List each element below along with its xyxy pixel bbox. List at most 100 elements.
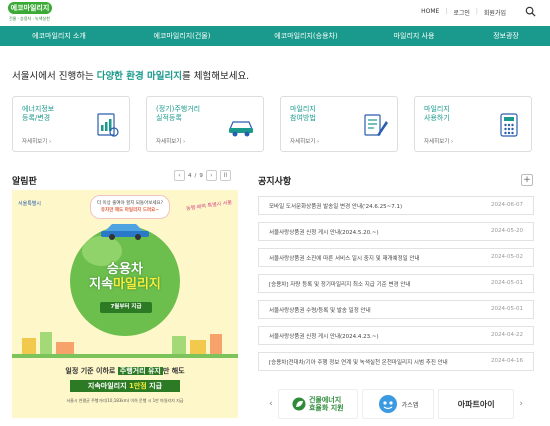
nav-item-info[interactable]: 정보광장 — [462, 26, 550, 46]
card-participation[interactable]: 마일리지 참여방법 자세히보기 › — [280, 96, 398, 152]
card-title: 에너지정보 등록/변경 — [22, 105, 54, 123]
notice-title: 공지사항 — [258, 177, 292, 187]
separator: | — [445, 8, 448, 15]
link-apt-i[interactable]: 아파트아이 — [438, 389, 515, 419]
next-button[interactable]: › — [205, 170, 217, 181]
tagline-part: 일정 기준 이하로 — [65, 367, 118, 375]
notice-text: 서울사랑상품권 수령/등록 및 발송 일정 안내 — [269, 308, 371, 314]
notice-row[interactable]: 서울사랑상품권 신청 게시 안내(2024.4.23.~) 2024-04-22 — [258, 326, 534, 345]
card-title: 마일리지 사용하기 — [424, 105, 450, 123]
more-notices-button[interactable]: + — [521, 174, 533, 186]
card-title-line1: (정기)주행거리 — [156, 105, 201, 113]
notice-date: 2024-04-16 — [491, 358, 523, 364]
promo-banner[interactable]: 서울특별시 동행·매력 특별시 서울 더 이상 줄여야 할지 되돌아보세요? 유… — [12, 190, 238, 418]
notice-text: 서울사랑상품권 신청 게시 안내(2024.4.23.~) — [269, 334, 379, 340]
notice-date: 2024-05-01 — [491, 306, 523, 312]
checklist-pen-icon — [364, 114, 388, 136]
card-energy-info[interactable]: 에너지정보 등록/변경 자세히보기 › — [12, 96, 130, 152]
pause-button[interactable]: II — [219, 170, 231, 181]
tagline2-highlight: 1만점 — [128, 382, 147, 390]
banner-tagline: 일정 기준 이하로 주행거리 유지 만 해도 — [12, 366, 238, 376]
car-icon — [229, 121, 253, 137]
apt-link-label: 아파트아이 — [457, 399, 495, 409]
notice-row[interactable]: 모바일 도서문화상품권 발송일 변경 안내('24.6.25~7.1) 2024-… — [258, 196, 534, 215]
banner-title-part: 지속 — [89, 277, 114, 292]
card-title-line2: 참여방법 — [290, 114, 316, 122]
top-bar: 에코마일리지 건물 · 승용차 · 녹색실천 HOME | 로그인 | 회원가입 — [0, 0, 550, 26]
card-mileage-register[interactable]: (정기)주행거리 실적등록 자세히보기 › — [146, 96, 264, 152]
main-nav: 에코마일리지 소개 에코마일리지(건물) 에코마일리지(승용차) 마일리지 사용… — [0, 26, 550, 46]
notice-row[interactable]: 서울사랑상품권 신청 게시 안내(2024.5.20.~) 2024-05-20 — [258, 222, 534, 241]
seoul-logo: 서울특별시 — [18, 201, 42, 207]
banner-title-line1: 승용차 — [107, 262, 143, 277]
building-link-label: 건물에너지 효율화 지원 — [309, 396, 344, 412]
signup-link[interactable]: 회원가입 — [484, 8, 506, 17]
nav-item-car[interactable]: 에코마일리지(승용차) — [246, 26, 366, 46]
notice-row[interactable]: [승용차]전대차/기아 주행 정보 연계 및 녹색실천 온천마일리지 시범 추진… — [258, 352, 534, 371]
notice-text: 서울사랑상품권 신청 게시 안내(2024.5.20.~) — [269, 230, 379, 236]
card-use-mileage[interactable]: 마일리지 사용하기 자세히보기 › — [414, 96, 532, 152]
board-title: 알림판 — [12, 177, 37, 187]
notice-row[interactable]: 서울사랑상품권 소진에 따른 서비스 일시 중지 및 재개예정일 안내 2024-… — [258, 248, 534, 267]
tagline-part: 만 해도 — [162, 367, 185, 375]
current-page: 4 — [188, 172, 192, 179]
card-title-line1: 에너지정보 — [22, 105, 55, 113]
link-building-energy[interactable]: 건물에너지 효율화 지원 — [277, 389, 358, 419]
banner-fine-print: 서울시 연평균 주행거리(10,183km) 이하 운행 시 1만 마일리지 지… — [66, 398, 184, 403]
card-more-link[interactable]: 자세히보기 › — [424, 137, 453, 145]
notice-date: 2024-05-02 — [491, 254, 523, 260]
tagline2-part: 지속마일리지 — [87, 382, 129, 390]
car-illustration — [101, 224, 149, 240]
utility-links: HOME | 로그인 | 회원가입 — [421, 8, 506, 17]
nav-item-intro[interactable]: 에코마일리지 소개 — [0, 26, 118, 46]
notice-text: [승용차] 자량 등록 및 정기마일리지 최소 지급 기준 변경 안내 — [269, 282, 411, 288]
tagline-highlight: 주행거리 유지 — [117, 367, 163, 375]
building-link-line2: 효율화 지원 — [308, 404, 344, 412]
calculator-icon — [500, 113, 518, 137]
card-title: (정기)주행거리 실적등록 — [156, 105, 200, 123]
notice-row[interactable]: 서울사랑상품권 수령/등록 및 발송 일정 안내 2024-05-01 — [258, 300, 534, 319]
headline-highlight: 다양한 환경 마일리지 — [96, 71, 182, 82]
card-more-link[interactable]: 자세히보기 › — [22, 137, 51, 145]
headline-prefix: 서울시에서 진행하는 — [12, 71, 97, 82]
notice-date: 2024-05-20 — [491, 228, 523, 234]
banner-title: 승용차 지속마일리지 — [12, 262, 238, 292]
total-pages: 9 — [199, 172, 203, 179]
leaf-icon — [292, 397, 306, 411]
card-title-line2: 등록/변경 — [22, 114, 51, 122]
home-link[interactable]: HOME — [421, 8, 439, 17]
quick-links-prev-button[interactable]: ‹ — [266, 389, 276, 419]
logo-subtitle: 건물 · 승용차 · 녹색실천 — [9, 16, 50, 21]
card-title-line2: 사용하기 — [424, 114, 450, 122]
search-icon[interactable] — [525, 6, 536, 17]
nav-item-building[interactable]: 에코마일리지(건물) — [118, 26, 246, 46]
gas-mascot-icon — [378, 395, 397, 413]
seoul-slogan: 동행·매력 특별시 서울 — [185, 199, 233, 213]
banner-tagline2: 지속마일리지 1만점 지급 — [70, 380, 180, 392]
banner-title-highlight: 마일리지 — [113, 277, 161, 292]
card-more-link[interactable]: 자세히보기 › — [156, 137, 185, 145]
link-gas-app[interactable]: 가스앱 — [361, 389, 435, 419]
gas-link-label: 가스앱 — [401, 401, 419, 409]
login-link[interactable]: 로그인 — [453, 8, 470, 17]
notice-row[interactable]: [승용차] 자량 등록 및 정기마일리지 최소 지급 기준 변경 안내 2024-… — [258, 274, 534, 293]
card-title: 마일리지 참여방법 — [290, 105, 316, 123]
page-separator: / — [194, 172, 197, 179]
prev-button[interactable]: ‹ — [174, 170, 185, 181]
banner-tag: 7월부터 지급 — [100, 302, 152, 313]
quick-links: ‹ 건물에너지 효율화 지원 가스앱 아파트아이 › — [266, 388, 526, 420]
card-more-link[interactable]: 자세히보기 › — [290, 137, 319, 145]
site-logo[interactable]: 에코마일리지 건물 · 승용차 · 녹색실천 — [8, 2, 56, 24]
notice-text: [승용차]전대차/기아 주행 정보 연계 및 녹색실천 온천마일리지 시범 추진… — [269, 360, 448, 366]
quick-links-next-button[interactable]: › — [516, 389, 526, 419]
speech-bubble: 더 이상 줄여야 할지 되돌아보세요? 유지만 해도 마일리지 드려요~ — [90, 195, 170, 219]
page-headline: 서울시에서 진행하는 다양한 환경 마일리지를 체험해보세요. — [12, 68, 249, 82]
notice-date: 2024-06-07 — [491, 202, 523, 208]
building-link-line1: 건물에너지 — [308, 396, 342, 404]
city-illustration — [12, 332, 238, 358]
nav-item-use[interactable]: 마일리지 사용 — [366, 26, 462, 46]
notice-date: 2024-05-01 — [491, 280, 523, 286]
notice-date: 2024-04-22 — [491, 332, 523, 338]
card-title-line1: 마일리지 — [290, 105, 316, 113]
tagline2-part: 지급 — [146, 382, 163, 390]
